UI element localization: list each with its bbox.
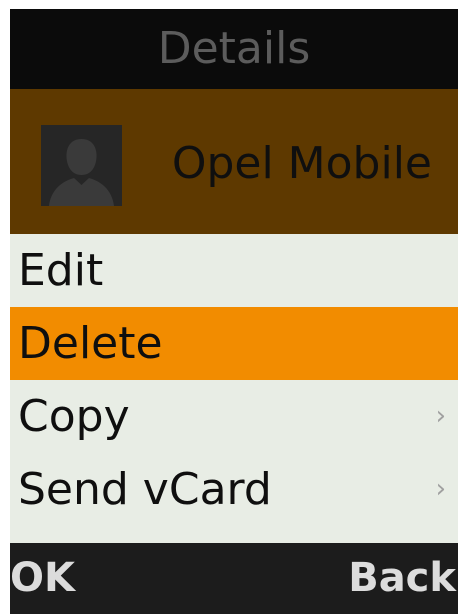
- contact-name: Opel Mobile: [171, 138, 432, 189]
- avatar: [41, 125, 122, 206]
- softkey-bar: OK Back: [10, 543, 458, 614]
- menu-item-label: Delete: [18, 318, 163, 369]
- chevron-right-icon: ›: [435, 401, 446, 431]
- person-silhouette-icon: [41, 125, 122, 206]
- contact-name-container: Opel Mobile: [170, 129, 458, 199]
- page-title: Details: [157, 23, 311, 74]
- back-softkey[interactable]: Back: [348, 543, 456, 614]
- menu-item-label: Edit: [18, 245, 104, 296]
- options-menu: Edit Delete Copy › Send vCard ›: [10, 234, 458, 526]
- menu-item-delete[interactable]: Delete: [10, 307, 458, 380]
- contact-header: Opel Mobile: [10, 89, 458, 234]
- phone-screen: Details Opel Mobile Edit Delete Copy › S…: [10, 9, 458, 614]
- chevron-right-icon: ›: [435, 474, 446, 504]
- menu-item-label: Send vCard: [18, 464, 272, 515]
- menu-item-edit[interactable]: Edit: [10, 234, 458, 307]
- title-bar: Details: [10, 9, 458, 89]
- ok-softkey[interactable]: OK: [10, 543, 75, 614]
- menu-item-send-vcard[interactable]: Send vCard ›: [10, 453, 458, 526]
- menu-item-label: Copy: [18, 391, 130, 442]
- menu-item-copy[interactable]: Copy ›: [10, 380, 458, 453]
